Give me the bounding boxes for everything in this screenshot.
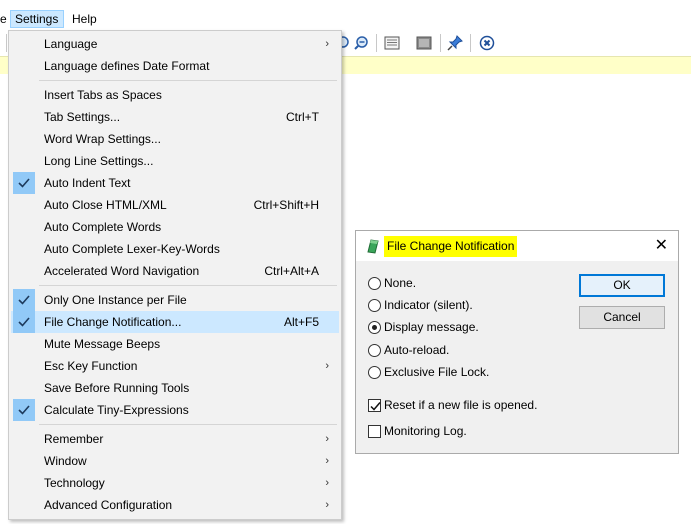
scheme-icon[interactable] [383,34,401,52]
radio-circle [368,277,381,290]
menu-item-calculate-tiny-expressions[interactable]: Calculate Tiny-Expressions [11,399,339,421]
app-window: e Settings Help Language › Language defi… [0,0,691,524]
menu-item-tab-settings[interactable]: Tab Settings... Ctrl+T [11,106,339,128]
file-change-notification-dialog: File Change Notification ✕ None. Indicat… [355,230,679,454]
checkmark-icon [13,289,35,311]
notepad-app-icon [365,238,381,254]
menu-item-word-wrap-settings[interactable]: Word Wrap Settings... [11,128,339,150]
menu-help[interactable]: Help [68,10,101,28]
menu-item-auto-close-html[interactable]: Auto Close HTML/XML Ctrl+Shift+H [11,194,339,216]
menu-item-insert-tabs-as-spaces[interactable]: Insert Tabs as Spaces [11,84,339,106]
chevron-right-icon: › [325,455,329,467]
menu-item-long-line-settings[interactable]: Long Line Settings... [11,150,339,172]
pin-icon[interactable] [446,34,464,52]
dialog-title: File Change Notification [384,236,518,257]
fullscreen-icon[interactable] [415,34,433,52]
close-icon[interactable] [478,34,496,52]
menu-item-remember[interactable]: Remember › [11,428,339,450]
radio-circle [368,344,381,357]
menu-item-language[interactable]: Language › [11,33,339,55]
menu-item-language-date-format[interactable]: Language defines Date Format [11,55,339,77]
toolbar-separator [376,34,377,52]
checkbox-box [368,399,381,412]
checkmark-icon [13,311,35,333]
menu-item-mute-message-beeps[interactable]: Mute Message Beeps [11,333,339,355]
checkmark-icon [13,399,35,421]
checkbox-box [368,425,381,438]
menu-item-advanced-configuration[interactable]: Advanced Configuration › [11,494,339,516]
settings-menu: Language › Language defines Date Format … [8,30,342,520]
menu-item-only-one-instance[interactable]: Only One Instance per File [11,289,339,311]
menu-separator [39,80,337,81]
menu-item-save-before-running-tools[interactable]: Save Before Running Tools [11,377,339,399]
checkmark-icon [13,172,35,194]
chevron-right-icon: › [325,360,329,372]
menu-item-auto-complete-words[interactable]: Auto Complete Words [11,216,339,238]
close-icon[interactable]: ✕ [655,237,668,255]
menu-item-file-change-notification[interactable]: File Change Notification... Alt+F5 [11,311,339,333]
chevron-right-icon: › [325,38,329,50]
zoom-out-icon[interactable] [352,34,370,52]
toolbar-separator [6,34,7,52]
menu-settings[interactable]: Settings [10,10,64,28]
chevron-right-icon: › [325,433,329,445]
dialog-titlebar[interactable]: File Change Notification ✕ [356,231,678,261]
radio-circle [368,299,381,312]
menu-item-accelerated-word-nav[interactable]: Accelerated Word Navigation Ctrl+Alt+A [11,260,339,282]
toolbar-separator [470,34,471,52]
menu-item-technology[interactable]: Technology › [11,472,339,494]
chevron-right-icon: › [325,477,329,489]
ok-button[interactable]: OK [579,274,665,297]
radio-circle [368,366,381,379]
menu-item-auto-indent-text[interactable]: Auto Indent Text [11,172,339,194]
menu-item-esc-key-function[interactable]: Esc Key Function › [11,355,339,377]
radio-circle-selected [368,321,381,334]
menu-item-window[interactable]: Window › [11,450,339,472]
menu-item-auto-complete-lexer[interactable]: Auto Complete Lexer-Key-Words [11,238,339,260]
chevron-right-icon: › [325,499,329,511]
menu-separator [39,424,337,425]
cancel-button[interactable]: Cancel [579,306,665,329]
toolbar-separator [440,34,441,52]
menu-separator [39,285,337,286]
menubar: e Settings Help [0,8,691,30]
